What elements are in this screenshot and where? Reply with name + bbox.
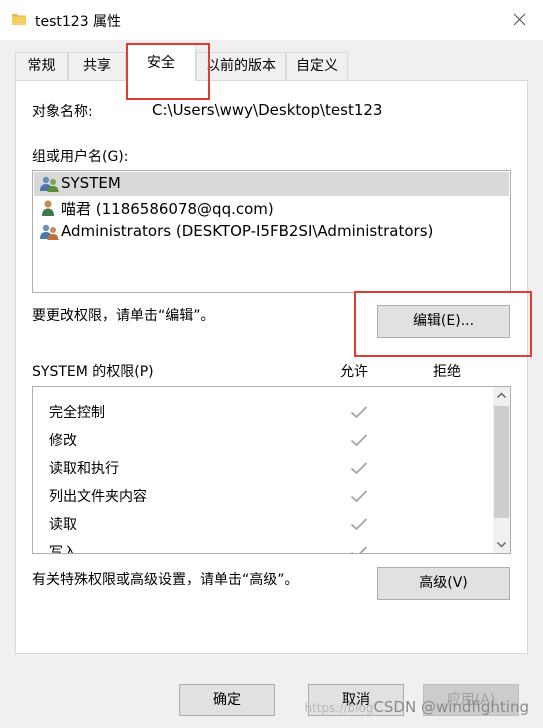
change-permissions-hint: 要更改权限，请单击“编辑”。 [32,308,215,324]
tab-previous-versions[interactable]: 以前的版本 [196,52,286,80]
close-icon [513,13,526,26]
user-group-icon [40,176,59,192]
user-list-item[interactable]: SYSTEM [34,172,509,196]
tab-security[interactable]: 安全 [126,44,196,81]
allow-column-header: 允许 [340,364,368,380]
allow-check-icon [350,518,368,531]
allow-check-icon [350,462,368,475]
user-list-item[interactable]: Administrators (DESKTOP-I5FB2SI\Administ… [34,220,509,244]
permission-row: 列出文件夹内容 [33,482,493,510]
ok-button[interactable]: 确定 [179,684,275,716]
user-list[interactable]: SYSTEM 喵君 (1186586078@qq.com) Administra… [32,170,511,293]
deny-column-header: 拒绝 [433,364,461,380]
tab-sharing[interactable]: 共享 [68,52,126,80]
tab-general[interactable]: 常规 [15,52,68,80]
permission-name: 读取和执行 [49,461,119,477]
permission-name: 修改 [49,433,77,449]
watermark: https://blogCSDN @windfighting [305,698,530,716]
permission-row: 读取 [33,510,493,538]
user-name: 喵君 (1186586078@qq.com) [61,200,274,218]
title-bar: test123 属性 [0,0,543,40]
permission-row: 读取和执行 [33,454,493,482]
permission-row: 完全控制 [33,398,493,426]
permission-name: 列出文件夹内容 [49,489,147,505]
permission-name: 完全控制 [49,405,105,421]
security-panel: 对象名称: C:\Users\wwy\Desktop\test123 组或用户名… [15,80,528,654]
folder-icon [12,14,26,25]
vertical-scrollbar[interactable] [493,387,510,553]
allow-check-icon [350,434,368,447]
object-name-value: C:\Users\wwy\Desktop\test123 [152,101,383,119]
permission-row: 写入 [33,538,493,554]
allow-check-icon [351,546,368,553]
scroll-down-icon[interactable] [493,536,510,553]
close-button[interactable] [497,0,543,40]
watermark-prefix: https://blog [304,701,374,715]
allow-check-icon [350,406,368,419]
allow-check-icon [350,490,368,503]
advanced-button[interactable]: 高级(V) [377,567,510,600]
scroll-thumb[interactable] [494,406,509,518]
permissions-list[interactable]: 完全控制 修改 读取和执行 列出文件夹内容 读取 写入 [32,386,511,554]
user-group-icon [40,224,59,240]
tab-customize[interactable]: 自定义 [286,52,348,80]
user-name: Administrators (DESKTOP-I5FB2SI\Administ… [61,222,434,240]
object-name-label: 对象名称: [32,104,93,120]
permission-row: 修改 [33,426,493,454]
permission-name: 读取 [49,517,77,533]
user-name: SYSTEM [61,174,121,192]
user-list-item[interactable]: 喵君 (1186586078@qq.com) [34,196,509,220]
edit-button[interactable]: 编辑(E)... [377,305,510,338]
watermark-text: CSDN @windfighting [373,698,529,716]
advanced-hint: 有关特殊权限或高级设置，请单击“高级”。 [32,572,299,588]
user-icon [42,200,54,216]
group-users-label: 组或用户名(G): [32,149,129,165]
scroll-up-icon[interactable] [493,387,510,404]
permissions-label: SYSTEM 的权限(P) [32,364,154,380]
window-title: test123 属性 [35,14,122,30]
permission-name: 写入 [49,545,77,554]
